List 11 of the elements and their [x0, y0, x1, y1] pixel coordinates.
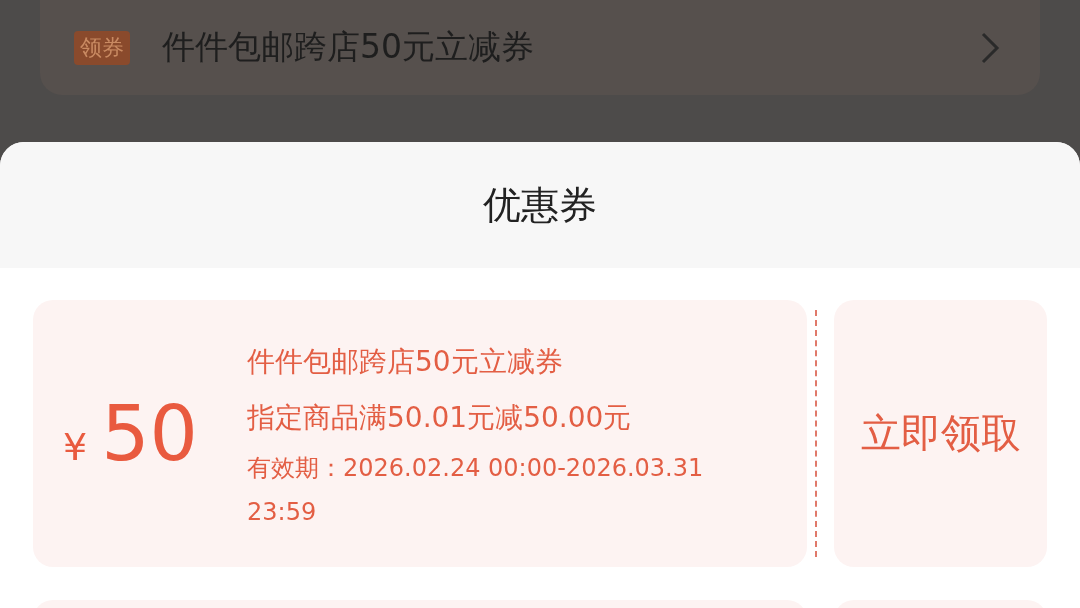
coupon-validity: 有效期：2026.02.24 00:00-2026.03.31 23:59 — [247, 452, 705, 528]
coupon-tag: 领券 — [74, 30, 130, 65]
chevron-right-icon — [980, 30, 1000, 65]
coupon-name: 件件包邮跨店50元立减券 — [247, 343, 564, 380]
claim-button[interactable]: 立即领取 — [834, 300, 1047, 567]
coupon-row-label: 件件包邮跨店50元立减券 — [162, 26, 535, 68]
sheet-title: 优惠券 — [483, 181, 597, 229]
currency-symbol: ¥ — [63, 425, 88, 469]
coupon-row-card[interactable]: 领券 件件包邮跨店50元立减券 — [40, 0, 1040, 95]
coupon-amount: 50 — [101, 389, 198, 478]
coupon-condition: 指定商品满50.01元减50.00元 — [247, 399, 633, 436]
